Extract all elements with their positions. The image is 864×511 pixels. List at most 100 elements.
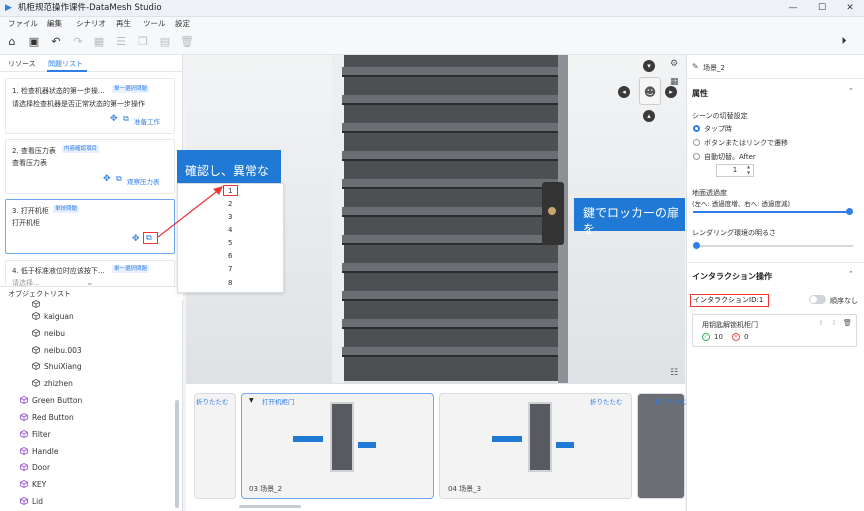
info-banner-right[interactable]: 鍵でロッカーの扉を xyxy=(574,198,685,236)
tree-item[interactable]: Handle xyxy=(20,446,58,458)
grid-icon[interactable]: ▦ xyxy=(670,77,681,88)
radio-button-link[interactable] xyxy=(693,139,700,146)
collapse-arrow-icon[interactable]: ▼ xyxy=(249,397,254,404)
cabinet-shelf xyxy=(342,347,558,357)
tree-item[interactable]: Green Button xyxy=(20,395,82,407)
menu-tools[interactable]: ツール xyxy=(143,17,166,31)
tree-item[interactable]: zhizhen xyxy=(32,378,73,390)
divider xyxy=(686,78,864,79)
list-view-icon[interactable]: ☷ xyxy=(670,368,681,379)
scene-switch-label: シーンの切替設定 xyxy=(692,112,748,120)
home-icon[interactable]: ⌂ xyxy=(4,34,20,50)
tree-item[interactable]: Filter xyxy=(20,429,51,441)
chevron-up-icon[interactable]: ⌃ xyxy=(848,87,854,95)
dropdown-option[interactable]: 8 xyxy=(228,278,240,288)
menu-edit[interactable]: 編集 xyxy=(47,17,62,31)
toolbar xyxy=(0,31,864,55)
undo-icon[interactable]: ↶ xyxy=(48,34,64,50)
fold-button[interactable]: 折りたたむ xyxy=(655,396,688,406)
menu-settings[interactable]: 設定 xyxy=(175,17,190,31)
camera-up-icon[interactable]: ▾ xyxy=(643,60,655,72)
ng-count: 0 xyxy=(744,333,749,341)
save-icon[interactable]: ▣ xyxy=(26,34,42,50)
upload-icon[interactable]: ⇪ xyxy=(818,319,824,327)
avatar-head-icon[interactable]: ☻ xyxy=(639,77,661,105)
cube-icon xyxy=(32,379,40,387)
fold-button[interactable]: 折りたたむ xyxy=(590,396,623,406)
cabinet-shelf xyxy=(342,207,558,217)
tree-item[interactable]: ShuiXiang xyxy=(32,361,82,373)
check-icon: ✓ xyxy=(702,333,710,341)
settings-icon[interactable]: ⚙ xyxy=(670,59,681,70)
cabinet-shelf xyxy=(342,319,558,329)
render-slider-track[interactable] xyxy=(693,245,853,247)
camera-left-icon[interactable]: ◂ xyxy=(618,86,630,98)
tree-item-label: neibu.003 xyxy=(44,346,82,355)
question-action-1[interactable]: 准备工作 xyxy=(134,116,160,126)
radio-auto-switch[interactable] xyxy=(693,153,700,160)
tree-item[interactable]: Red Button xyxy=(20,412,74,424)
move-icon[interactable]: ✥ xyxy=(132,234,140,244)
edit-icon[interactable]: ✎ xyxy=(692,62,699,71)
layout-icon[interactable]: ☰ xyxy=(113,34,129,50)
tree-item[interactable]: neibu.003 xyxy=(32,345,82,357)
move-icon[interactable]: ✥ xyxy=(110,114,118,124)
scene-name[interactable]: 场景_2 xyxy=(703,63,725,73)
scene-label: 04 场景_3 xyxy=(448,485,482,493)
question-badge-3: 単技問題 xyxy=(53,205,80,213)
close-button[interactable]: ✕ xyxy=(836,0,864,17)
scene-thumbnail[interactable] xyxy=(637,393,685,499)
cross-icon: ✕ xyxy=(732,333,740,341)
delete-icon[interactable]: 🗑 xyxy=(179,34,195,50)
menu-file[interactable]: ファイル xyxy=(8,17,38,31)
camera-down-icon[interactable]: ▴ xyxy=(643,110,655,122)
chevron-up-icon[interactable]: ⌃ xyxy=(848,270,854,278)
resize-handle[interactable]: ═ xyxy=(88,281,92,288)
question-title-4: 4. 低于标准液位时应该按下… xyxy=(12,267,105,275)
tree-item[interactable]: kaiguan xyxy=(32,311,74,323)
tree-item[interactable]: Lid xyxy=(20,496,43,508)
tree-item-label: Door xyxy=(32,463,51,472)
tree-item-label: zhizhen xyxy=(44,379,73,388)
menu-scenario[interactable]: シナリオ xyxy=(76,17,106,31)
radio-on-tap[interactable] xyxy=(693,125,700,132)
maximize-button[interactable]: ☐ xyxy=(808,0,836,17)
object-list-title: オブジェクトリスト xyxy=(8,290,71,298)
cabinet-preview xyxy=(528,402,552,472)
ground-transparency-hint: (左へ: 透過度増、右へ: 透過度減) xyxy=(692,200,791,208)
trash-icon[interactable]: 🗑 xyxy=(843,319,852,327)
dropdown-option[interactable]: 7 xyxy=(228,264,240,274)
divider xyxy=(686,262,864,263)
image-icon[interactable]: ▦ xyxy=(91,34,107,50)
tab-resources[interactable]: リソース xyxy=(8,58,36,71)
tree-item-label: Filter xyxy=(32,430,51,439)
copy-icon[interactable]: ❐ xyxy=(135,34,151,50)
menu-playback[interactable]: 再生 xyxy=(116,17,131,31)
move-icon[interactable]: ✥ xyxy=(103,174,111,184)
fold-button[interactable]: 折りたたむ xyxy=(196,396,229,406)
annotation-arrow xyxy=(157,186,223,238)
scene-thumbnail[interactable] xyxy=(194,393,236,499)
timeline-scrollbar[interactable] xyxy=(239,505,301,508)
download-icon[interactable]: ⇩ xyxy=(831,319,837,327)
ground-transparency-label: 地面透過度 xyxy=(692,189,727,197)
tree-item[interactable]: KEY xyxy=(20,479,46,491)
tree-item[interactable]: Door xyxy=(20,462,50,474)
paste-icon[interactable]: ▤ xyxy=(157,34,173,50)
tree-item-label: kaiguan xyxy=(44,312,74,321)
stepper-arrows-icon[interactable]: ▲ ▼ xyxy=(747,164,750,176)
tree-item-label: KEY xyxy=(32,480,47,489)
question-desc-2: 查看压力表 xyxy=(12,159,47,167)
play-icon[interactable]: ⏵ xyxy=(836,34,852,50)
redo-icon[interactable]: ↷ xyxy=(70,34,86,50)
tree-item-label: Handle xyxy=(32,447,59,456)
tree-item[interactable] xyxy=(32,299,44,311)
scene-label: 03 场景_2 xyxy=(249,485,283,493)
minimize-button[interactable]: — xyxy=(779,0,807,17)
dropdown-option[interactable]: 6 xyxy=(228,251,240,261)
render-slider-thumb[interactable] xyxy=(692,242,700,249)
object-list-scrollbar[interactable] xyxy=(175,400,179,508)
tree-item[interactable]: neibu xyxy=(32,328,65,340)
properties-title: 属性 xyxy=(692,89,708,98)
cube-icon xyxy=(20,480,28,488)
